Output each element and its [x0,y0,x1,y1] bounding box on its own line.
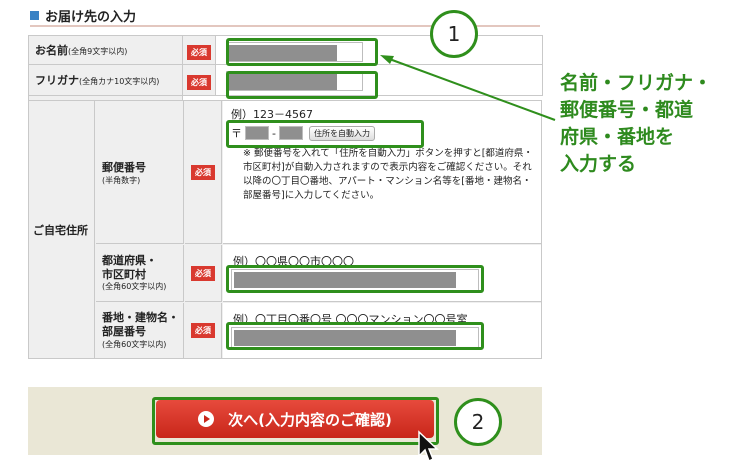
step-2-marker: 2 [454,398,502,446]
highlight-next-button [152,397,439,445]
instruction-annotation: 名前・フリガナ・ 郵便番号・都道 府県・番地を 入力する [560,72,713,175]
step-1-marker: 1 [430,10,478,58]
mouse-cursor-icon [418,430,439,463]
